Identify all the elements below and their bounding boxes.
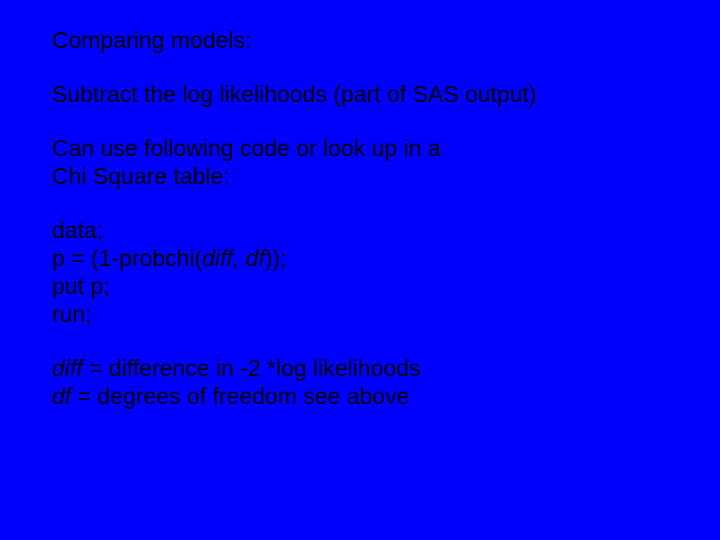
code-p-post: ));: [265, 245, 287, 271]
definitions-block: diff = difference in -2 *log likelihoods…: [52, 354, 680, 410]
title-text: Comparing models:: [52, 27, 251, 53]
chi-square-block: Can use following code or look up in a C…: [52, 134, 680, 190]
def-df-rest: = degrees of freedom see above: [71, 383, 409, 409]
title-line: Comparing models:: [52, 26, 680, 54]
code-p-pre: p = (1-probchi(: [52, 245, 202, 271]
chi-line-2: Chi Square table:: [52, 163, 230, 189]
code-run: run;: [52, 301, 92, 327]
subtract-text: Subtract the log likelihoods (part of SA…: [52, 81, 537, 107]
subtract-line: Subtract the log likelihoods (part of SA…: [52, 80, 680, 108]
slide: Comparing models: Subtract the log likel…: [0, 0, 720, 540]
code-data: data;: [52, 217, 103, 243]
code-p-args: diff, df: [202, 245, 265, 271]
code-put: put p;: [52, 273, 110, 299]
def-diff-term: diff: [52, 355, 83, 381]
chi-line-1: Can use following code or look up in a: [52, 135, 441, 161]
def-diff-rest: = difference in -2 *log likelihoods: [83, 355, 421, 381]
code-block: data; p = (1-probchi(diff, df)); put p; …: [52, 216, 680, 328]
def-df-term: df: [52, 383, 71, 409]
